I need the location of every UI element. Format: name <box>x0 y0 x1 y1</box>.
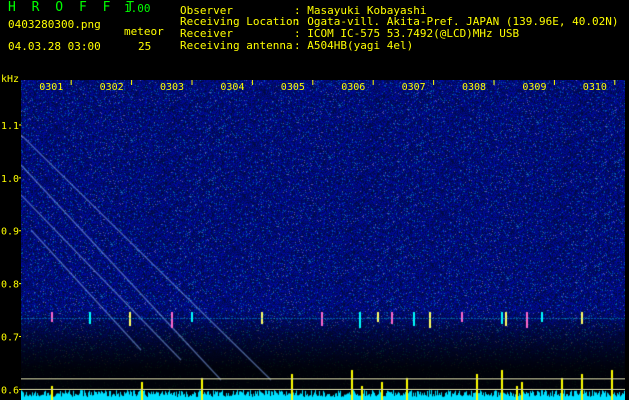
y-tick-label: 0.7 <box>1 333 19 344</box>
x-tick-label: 0304 <box>220 82 244 93</box>
y-tick-label: 0.6 <box>1 385 19 396</box>
x-tick-label: 0302 <box>100 82 124 93</box>
x-tick-label: 0301 <box>39 82 63 93</box>
x-tick-label: 0303 <box>160 82 184 93</box>
y-tick-label: 1.0 <box>1 174 19 185</box>
x-tick-label: 0309 <box>522 82 546 93</box>
x-tick-label: 0308 <box>462 82 486 93</box>
x-tick-label: 0305 <box>281 82 305 93</box>
y-tick-label: 1.1 <box>1 121 19 132</box>
y-axis-unit: kHz <box>1 74 19 85</box>
x-tick-label: 0306 <box>341 82 365 93</box>
spectrogram-overlay: 0301 0302 0303 0304 0305 0306 0307 0308 0309 0310 <box>21 80 625 390</box>
y-tick-label: 0.9 <box>1 227 19 238</box>
x-tick-label: 0307 <box>402 82 426 93</box>
spectrogram-plot: 0301 0302 0303 0304 0305 0306 0307 0308 0309 0310 <box>21 80 625 400</box>
x-tick-label: 0310 <box>583 82 607 93</box>
hrofft-window: { "header": { "app_title": "H R O F F T"… <box>0 0 629 400</box>
y-tick-label: 0.8 <box>1 280 19 291</box>
